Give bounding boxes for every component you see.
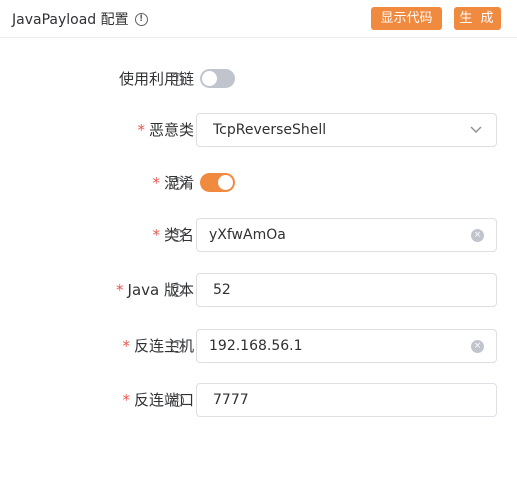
java-version-label-text: Java 版本 xyxy=(127,281,194,299)
class-name-input[interactable]: yXfwAmOa × xyxy=(196,218,497,252)
required-mark: * xyxy=(137,121,145,139)
config-header: JavaPayload 配置! 显示代码 生 成 xyxy=(0,0,517,38)
form-row-use-chain: 使用利用链 ! xyxy=(0,61,517,97)
malicious-class-label-text: 恶意类 xyxy=(148,121,194,139)
form-row-reverse-host: * 反连主机 ! 192.168.56.1 × xyxy=(0,328,517,364)
form-row-reverse-port: * 反连端口 ! 7777 xyxy=(0,382,517,418)
reverse-host-input[interactable]: 192.168.56.1 × xyxy=(196,329,497,363)
reverse-port-input[interactable]: 7777 xyxy=(196,383,497,417)
use-chain-switch[interactable] xyxy=(200,69,235,88)
reverse-host-label-text: 反连主机 xyxy=(133,337,194,355)
panel-title-text: JavaPayload 配置 xyxy=(12,12,129,28)
malicious-class-label: * 恶意类 xyxy=(137,112,194,148)
reverse-host-value: 192.168.56.1 xyxy=(209,338,303,354)
clear-icon[interactable]: × xyxy=(471,340,484,353)
required-mark: * xyxy=(152,226,160,244)
info-icon[interactable]: ! xyxy=(171,394,184,407)
form-row-obfuscate: * 混淆 ! xyxy=(0,165,517,201)
malicious-class-select[interactable]: TcpReverseShell xyxy=(196,113,497,147)
required-mark: * xyxy=(122,337,130,355)
info-icon[interactable]: ! xyxy=(171,177,184,190)
panel-title: JavaPayload 配置! xyxy=(12,9,148,29)
form-row-class-name: * 类名 ! yXfwAmOa × xyxy=(0,217,517,253)
show-code-button[interactable]: 显示代码 xyxy=(371,7,442,30)
switch-knob xyxy=(202,71,217,86)
clear-icon[interactable]: × xyxy=(471,229,484,242)
info-icon[interactable]: ! xyxy=(171,340,184,353)
required-mark: * xyxy=(152,174,160,192)
required-mark: * xyxy=(116,281,124,299)
obfuscate-switch[interactable] xyxy=(200,173,235,192)
info-icon[interactable]: ! xyxy=(171,73,184,86)
reverse-port-value: 7777 xyxy=(213,392,249,408)
java-version-input[interactable]: 52 xyxy=(196,273,497,307)
chevron-down-icon xyxy=(470,126,482,134)
info-icon[interactable]: ! xyxy=(134,12,148,26)
malicious-class-value: TcpReverseShell xyxy=(213,122,327,138)
switch-knob xyxy=(218,175,233,190)
class-name-value: yXfwAmOa xyxy=(209,227,286,243)
form-row-java-version: * Java 版本 ! 52 xyxy=(0,272,517,308)
form-row-malicious-class: * 恶意类 TcpReverseShell xyxy=(0,112,517,148)
java-version-value: 52 xyxy=(213,282,231,298)
reverse-port-label-text: 反连端口 xyxy=(133,391,194,409)
info-icon[interactable]: ! xyxy=(171,284,184,297)
generate-button[interactable]: 生 成 xyxy=(454,7,501,30)
required-mark: * xyxy=(122,391,130,409)
info-icon[interactable]: ! xyxy=(171,229,184,242)
